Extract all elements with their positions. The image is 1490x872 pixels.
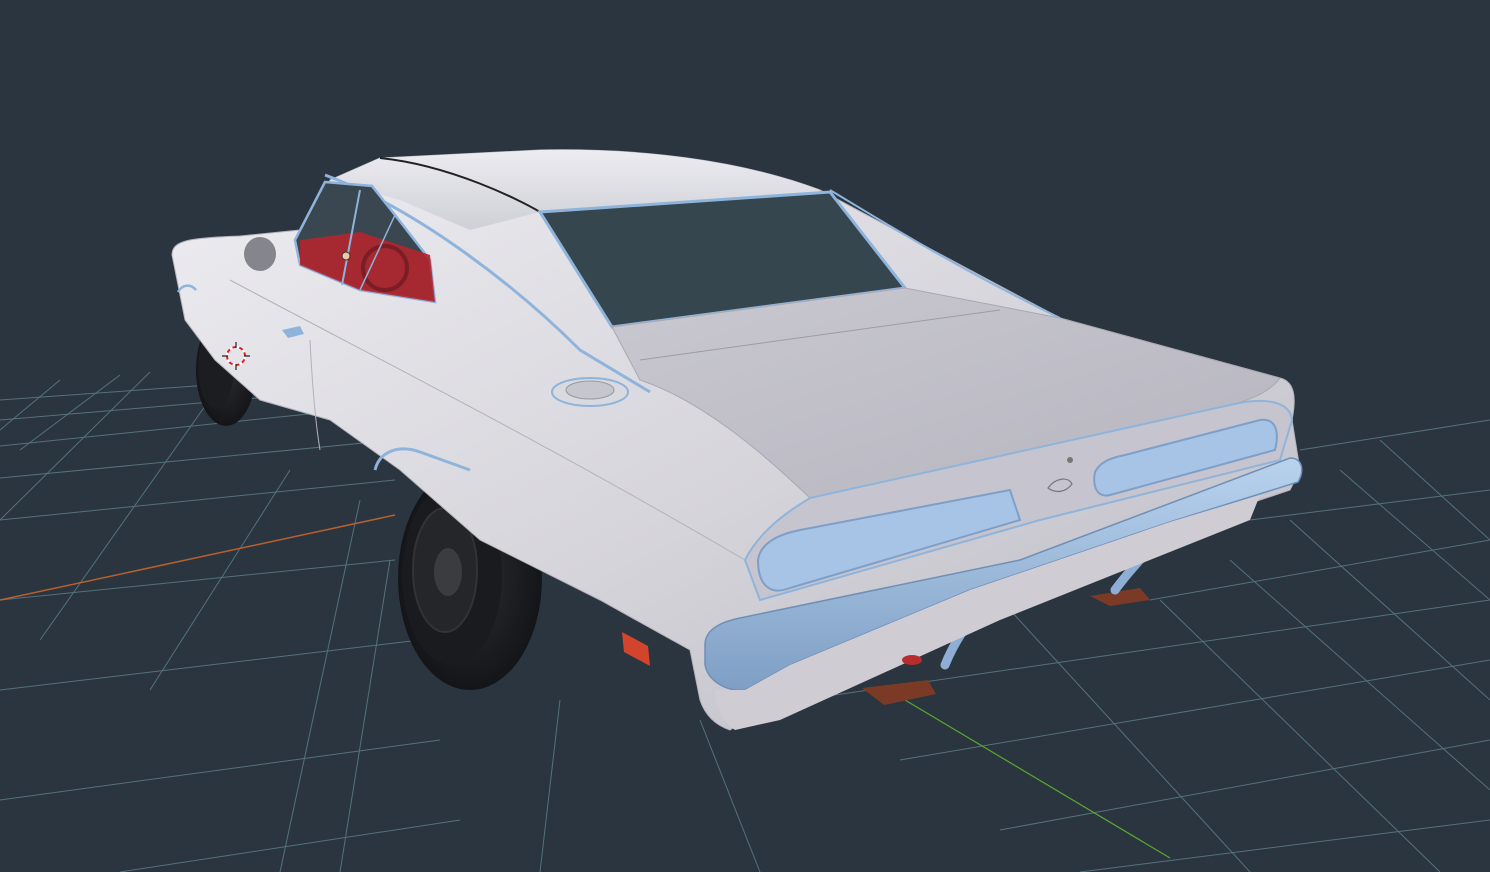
3d-viewport[interactable] — [0, 0, 1490, 872]
license-light — [902, 655, 922, 665]
y-axis-line — [904, 699, 1171, 859]
viewport-canvas[interactable] — [0, 0, 1490, 872]
x-axis-line — [0, 514, 396, 601]
object-origin[interactable] — [341, 251, 351, 261]
side-marker-light — [622, 632, 650, 666]
car-body[interactable] — [171, 149, 1303, 731]
side-mirror — [244, 237, 276, 271]
